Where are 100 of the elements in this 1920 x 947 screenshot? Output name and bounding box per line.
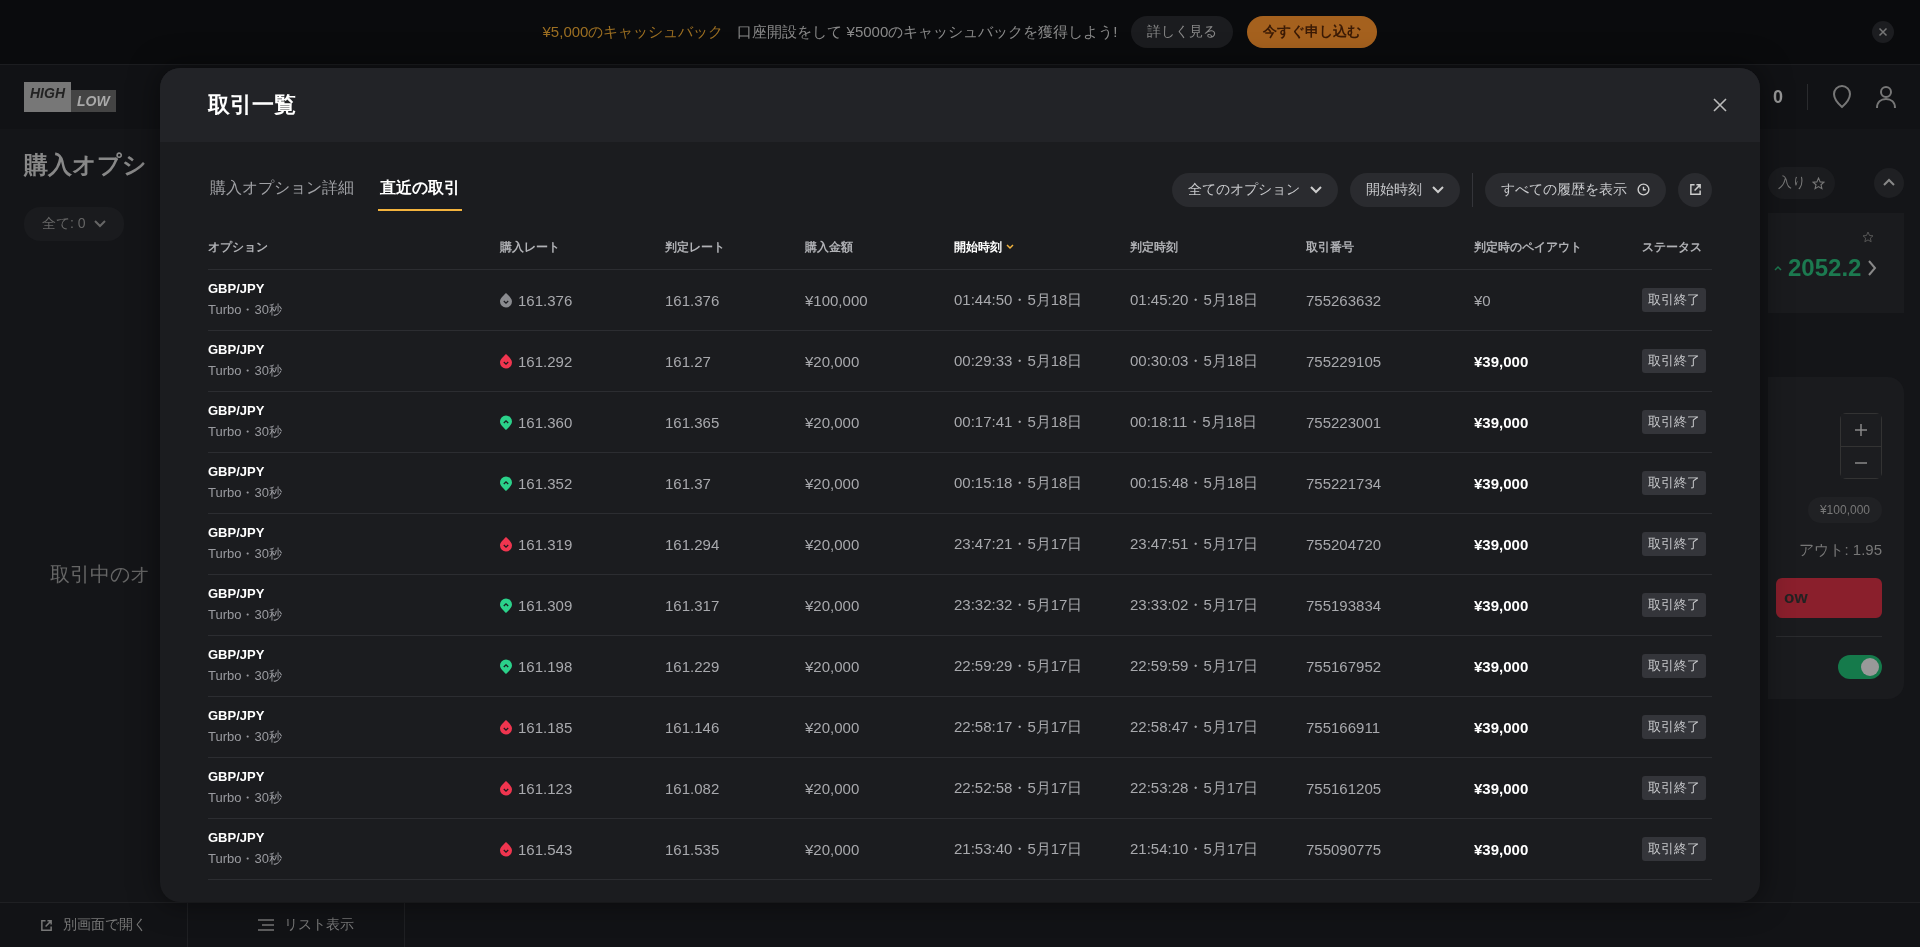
option-type: Turbo・30秒 (208, 850, 282, 868)
payout-amount: ¥39,000 (1474, 352, 1529, 370)
status-badge: 取引終了 (1642, 288, 1706, 312)
payout-amount: ¥39,000 (1474, 840, 1529, 858)
asset-name: GBP/JPY (208, 525, 265, 540)
end-time: 01:45:20・5月18日 (1130, 290, 1259, 310)
trade-number: 755167952 (1306, 657, 1382, 675)
end-time: 22:59:59・5月17日 (1130, 656, 1259, 676)
purchase-amount: ¥20,000 (805, 474, 860, 492)
column-header[interactable]: 判定レート (665, 238, 725, 256)
closing-rate: 161.37 (665, 474, 711, 492)
payout-amount: ¥39,000 (1474, 413, 1529, 431)
closing-rate: 161.229 (665, 657, 720, 675)
status-badge: 取引終了 (1642, 654, 1706, 678)
external-link-icon (1688, 183, 1702, 196)
option-type: Turbo・30秒 (208, 301, 282, 319)
purchase-amount: ¥20,000 (805, 657, 860, 675)
status-badge: 取引終了 (1642, 715, 1706, 739)
payout-amount: ¥39,000 (1474, 779, 1529, 797)
history-button[interactable]: すべての履歴を表示 (1485, 172, 1666, 207)
toggle-switch[interactable] (1838, 655, 1882, 679)
purchase-rate: 161.309 (518, 596, 573, 614)
end-time: 23:33:02・5月17日 (1130, 595, 1259, 615)
purchase-rate: 161.376 (518, 291, 573, 309)
option-type: Turbo・30秒 (208, 606, 282, 624)
list-view-button[interactable]: リスト表示 (187, 903, 405, 947)
close-icon[interactable] (1872, 21, 1894, 43)
start-time: 22:58:17・5月17日 (954, 717, 1083, 737)
column-header[interactable]: オプション (208, 238, 268, 256)
column-header[interactable]: 購入レート (500, 238, 560, 256)
tab[interactable]: 購入オプション詳細 (208, 168, 356, 211)
plus-icon (1854, 423, 1868, 437)
column-header[interactable]: 判定時のペイアウト (1474, 238, 1582, 256)
clock-icon (1637, 183, 1650, 196)
asset-name: GBP/JPY (208, 403, 265, 418)
promo-message: 口座開設をして ¥5000のキャッシュバックを獲得しよう! (737, 22, 1118, 42)
balance-text: 0 (1773, 86, 1783, 108)
closing-rate: 161.082 (665, 779, 720, 797)
amount-chip[interactable]: ¥100,000 (1807, 497, 1882, 523)
purchase-amount: ¥20,000 (805, 596, 860, 614)
trade-number: 755223001 (1306, 413, 1382, 431)
start-time: 00:17:41・5月18日 (954, 412, 1083, 432)
start-time: 22:52:58・5月17日 (954, 778, 1083, 798)
option-type: Turbo・30秒 (208, 545, 282, 563)
filter-dropdown[interactable]: 開始時刻 (1350, 172, 1460, 207)
favorites-button[interactable]: 入り (1768, 167, 1835, 199)
trade-number: 755204720 (1306, 535, 1382, 553)
trade-number: 755221734 (1306, 474, 1382, 492)
start-time: 23:47:21・5月17日 (954, 534, 1083, 554)
closing-rate: 161.317 (665, 596, 720, 614)
closing-rate: 161.535 (665, 840, 720, 858)
status-badge: 取引終了 (1642, 532, 1706, 556)
minus-icon (1854, 461, 1868, 464)
asset-name: GBP/JPY (208, 342, 265, 357)
trade-number: 755161205 (1306, 779, 1382, 797)
location-pin-icon[interactable] (1832, 85, 1852, 109)
payout-amount: ¥39,000 (1474, 474, 1529, 492)
tab[interactable]: 直近の取引 (378, 168, 462, 211)
option-type: Turbo・30秒 (208, 484, 282, 502)
close-icon[interactable] (1712, 97, 1728, 113)
payout-amount: ¥39,000 (1474, 657, 1529, 675)
purchase-rate: 161.185 (518, 718, 573, 736)
export-button[interactable] (1678, 172, 1712, 207)
column-header[interactable]: 開始時刻 (954, 238, 1014, 256)
chevron-down-icon (1432, 185, 1444, 194)
payout-amount: ¥39,000 (1474, 718, 1529, 736)
star-icon[interactable] (1862, 231, 1874, 243)
user-icon[interactable] (1876, 85, 1896, 109)
end-time: 23:47:51・5月17日 (1130, 534, 1259, 554)
chevron-right-icon[interactable] (1867, 259, 1878, 277)
status-badge: 取引終了 (1642, 776, 1706, 800)
column-header[interactable]: 取引番号 (1306, 238, 1354, 256)
filter-dropdown[interactable]: 全てのオプション (1172, 172, 1338, 207)
payout-amount: ¥0 (1474, 291, 1491, 309)
start-time: 01:44:50・5月18日 (954, 290, 1083, 310)
collapse-button[interactable] (1874, 168, 1904, 198)
closing-rate: 161.146 (665, 718, 720, 736)
trade-number: 755166911 (1306, 718, 1380, 736)
end-time: 21:54:10・5月17日 (1130, 839, 1259, 859)
chevron-down-icon (93, 220, 106, 228)
column-header[interactable]: 判定時刻 (1130, 238, 1178, 256)
purchase-rate: 161.123 (518, 779, 573, 797)
empty-message: 取引中のオ (50, 562, 150, 587)
payout-text: アウト: 1.95 (1799, 541, 1882, 560)
purchase-rate: 161.319 (518, 535, 573, 553)
details-button[interactable]: 詳しく見る (1131, 16, 1234, 48)
status-badge: 取引終了 (1642, 349, 1706, 373)
trade-number: 755090775 (1306, 840, 1382, 858)
open-window-button[interactable]: 別画面で開く (0, 903, 187, 947)
asset-name: GBP/JPY (208, 647, 265, 662)
external-link-icon (40, 918, 53, 932)
asset-name: GBP/JPY (208, 708, 265, 723)
status-badge: 取引終了 (1642, 471, 1706, 495)
dialog-title: 取引一覧 (208, 91, 296, 119)
start-time: 00:29:33・5月18日 (954, 351, 1083, 371)
end-time: 00:18:11・5月18日 (1130, 412, 1258, 432)
status-badge: 取引終了 (1642, 837, 1706, 861)
column-header[interactable]: ステータス (1642, 238, 1702, 256)
column-header[interactable]: 購入金額 (805, 238, 853, 256)
purchase-rate: 161.352 (518, 474, 573, 492)
